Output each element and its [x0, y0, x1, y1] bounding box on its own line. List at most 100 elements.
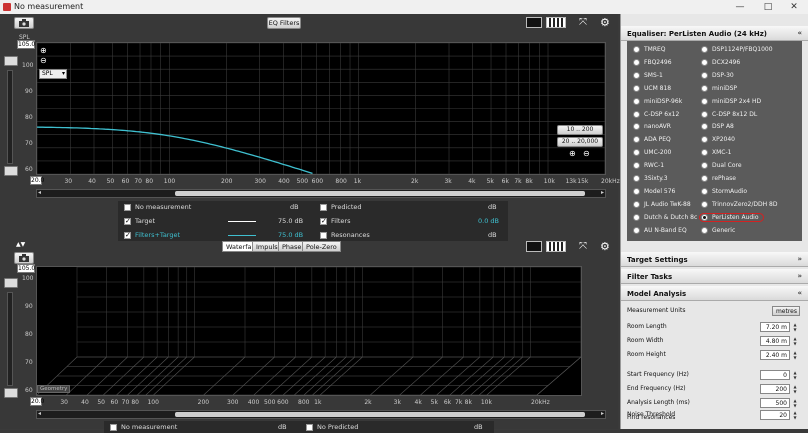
model-analysis-field[interactable]: 500: [760, 398, 790, 408]
radio-button[interactable]: [701, 187, 708, 195]
radio-button[interactable]: [701, 97, 708, 105]
equaliser-option[interactable]: TrinnovZero2/DDH 8D: [701, 200, 778, 208]
radio-button[interactable]: [633, 213, 640, 221]
radio-button[interactable]: [633, 110, 640, 118]
equaliser-option[interactable]: DCX2496: [701, 58, 740, 66]
spinner-icon[interactable]: ▲ ▼: [792, 350, 798, 360]
equaliser-option[interactable]: PerListen Audio: [699, 212, 764, 222]
checkbox[interactable]: [320, 217, 327, 225]
waterfall-graph[interactable]: Geometry: [36, 266, 582, 396]
checkbox[interactable]: [124, 203, 131, 211]
equaliser-option[interactable]: TMREQ: [633, 46, 666, 53]
equaliser-option[interactable]: AU N-Band EQ: [633, 226, 687, 234]
y-scrollbar[interactable]: [7, 70, 13, 164]
legend-no-measurement[interactable]: No measurement: [110, 423, 177, 431]
equaliser-option[interactable]: DSP1124P/FBQ1000: [701, 46, 773, 53]
equaliser-option[interactable]: C-DSP 8x12 DL: [701, 110, 757, 118]
equaliser-option[interactable]: miniDSP 2x4 HD: [701, 97, 761, 105]
range-20-20000-button[interactable]: 20 .. 20,000: [557, 137, 603, 147]
capture-button[interactable]: [14, 17, 34, 29]
checkbox[interactable]: [110, 423, 117, 431]
model-analysis-field[interactable]: 200: [760, 384, 790, 394]
equaliser-option[interactable]: DSP A8: [701, 123, 734, 131]
radio-button[interactable]: [701, 226, 708, 234]
radio-button[interactable]: [633, 71, 640, 79]
equaliser-option[interactable]: miniDSP: [701, 84, 737, 92]
model-analysis-field[interactable]: 20: [760, 410, 790, 420]
equaliser-option[interactable]: SMS-1: [633, 71, 663, 79]
scroll-left-icon[interactable]: ◂: [38, 189, 41, 196]
radio-button[interactable]: [701, 136, 708, 144]
radio-button[interactable]: [701, 175, 708, 182]
checkbox[interactable]: [306, 423, 313, 431]
checkbox[interactable]: [320, 203, 327, 211]
equaliser-option[interactable]: UMC-200: [633, 149, 671, 157]
equaliser-header[interactable]: Equaliser: PerListen Audio (24 kHz) «: [621, 26, 808, 41]
split-graph-icon[interactable]: [546, 17, 566, 28]
target-settings-header[interactable]: Target Settings »: [621, 252, 808, 267]
scroll-right-icon[interactable]: ▸: [601, 410, 604, 417]
radio-button[interactable]: [633, 187, 640, 195]
radio-button[interactable]: [701, 162, 708, 170]
eq-filters-button[interactable]: EQ Filters: [267, 17, 301, 29]
radio-button[interactable]: [701, 71, 708, 79]
radio-button[interactable]: [633, 46, 640, 53]
checkbox[interactable]: [124, 231, 131, 239]
equaliser-option[interactable]: Model 576: [633, 187, 675, 195]
radio-button[interactable]: [633, 200, 640, 208]
radio-button[interactable]: [633, 84, 640, 92]
equaliser-option[interactable]: Generic: [701, 226, 735, 234]
radio-button[interactable]: [633, 58, 640, 66]
capture-button-bottom[interactable]: [14, 252, 34, 264]
y-scroll-up[interactable]: [4, 278, 18, 288]
legend-no-predicted[interactable]: No Predicted: [306, 423, 358, 431]
equaliser-option[interactable]: nanoAVR: [633, 123, 671, 131]
model-analysis-header[interactable]: Model Analysis «: [621, 286, 808, 301]
x-scrollbar-top[interactable]: ◂ ▸: [36, 189, 606, 198]
filter-tasks-header[interactable]: Filter Tasks »: [621, 269, 808, 284]
radio-button[interactable]: [633, 162, 640, 170]
radio-button[interactable]: [633, 123, 640, 131]
equaliser-option[interactable]: UCM 818: [633, 84, 671, 92]
minimize-button[interactable]: —: [726, 0, 754, 14]
legend-no-measurement[interactable]: No measurement: [124, 203, 191, 211]
equaliser-option[interactable]: JL Audio TwK-88: [633, 200, 691, 208]
equaliser-option[interactable]: XMC-1: [701, 149, 731, 157]
zoom-in-icon[interactable]: ⊕: [40, 46, 47, 55]
single-graph-icon[interactable]: [526, 241, 542, 252]
equaliser-option[interactable]: C-DSP 6x12: [633, 110, 679, 118]
y-scroll-down[interactable]: [4, 166, 18, 176]
spinner-icon[interactable]: ▲ ▼: [792, 410, 798, 420]
units-select[interactable]: metres: [772, 306, 800, 316]
legend-target[interactable]: Target: [124, 217, 155, 225]
spinner-icon[interactable]: ▲ ▼: [792, 370, 798, 380]
eq-filters-graph[interactable]: ⊕ ⊖ SPL ▾ 10 .. 200 20 .. 20,000 ⊕ ⊖: [36, 42, 606, 175]
equaliser-option[interactable]: 3Sixty.3: [633, 175, 668, 182]
y-top-field-bottom[interactable]: 105.0: [17, 264, 35, 273]
radio-button[interactable]: [701, 200, 708, 208]
equaliser-option[interactable]: StormAudio: [701, 187, 747, 195]
radio-button[interactable]: [701, 123, 708, 131]
equaliser-option[interactable]: rePhase: [701, 175, 736, 182]
fit-arrows-icon[interactable]: ⤧: [572, 16, 594, 29]
legend-resonances[interactable]: Resonances: [320, 231, 370, 239]
spl-select[interactable]: SPL ▾: [39, 69, 67, 79]
legend-filters[interactable]: Filters: [320, 217, 350, 225]
gear-icon[interactable]: ⚙: [600, 16, 612, 29]
radio-button[interactable]: [633, 97, 640, 105]
zoom-out-x-icon[interactable]: ⊖: [583, 149, 590, 158]
y-scroll-up[interactable]: [4, 56, 18, 66]
radio-button[interactable]: [633, 175, 640, 182]
equaliser-option[interactable]: RWC-1: [633, 162, 664, 170]
x-scrollbar-bottom[interactable]: ◂ ▸: [36, 410, 606, 419]
tab-pole-zero[interactable]: Pole-Zero: [302, 241, 341, 252]
legend-predicted[interactable]: Predicted: [320, 203, 362, 211]
y-scrollbar[interactable]: [7, 292, 13, 386]
radio-button[interactable]: [633, 226, 640, 234]
equaliser-option[interactable]: FBQ2496: [633, 58, 672, 66]
radio-button[interactable]: [633, 149, 640, 157]
y-scroll-down[interactable]: [4, 388, 18, 398]
legend-filters-target[interactable]: Filters+Target: [124, 231, 180, 239]
radio-button[interactable]: [633, 136, 640, 144]
model-analysis-field[interactable]: 4.80 m: [760, 336, 790, 346]
